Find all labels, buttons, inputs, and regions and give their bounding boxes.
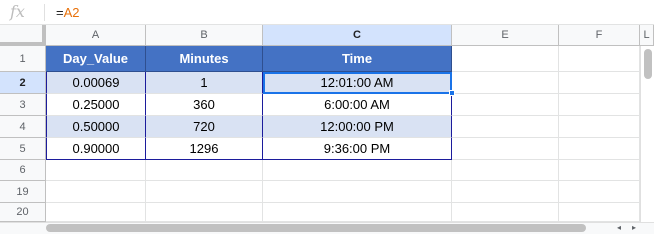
scroll-right-icon[interactable]: ▸	[627, 222, 641, 234]
empty-cell[interactable]	[559, 72, 640, 94]
row-header-2[interactable]: 2	[0, 72, 46, 94]
table-cell[interactable]: 1296	[146, 138, 263, 160]
table-cell[interactable]: 12:00:00 PM	[263, 116, 452, 138]
table-cell[interactable]: 9:36:00 PM	[263, 138, 452, 160]
table-cell[interactable]: 0.90000	[46, 138, 146, 160]
row-header-19[interactable]: 19	[0, 181, 46, 203]
empty-cell[interactable]	[452, 72, 559, 94]
empty-cell[interactable]	[559, 160, 640, 181]
empty-cell[interactable]	[46, 203, 146, 222]
empty-cell[interactable]	[146, 181, 263, 203]
empty-cell[interactable]	[263, 160, 452, 181]
column-header-b[interactable]: B	[146, 25, 263, 46]
empty-cell[interactable]	[559, 46, 640, 72]
empty-cell[interactable]	[146, 203, 263, 222]
row-header-3[interactable]: 3	[0, 94, 46, 116]
row-header-5[interactable]: 5	[0, 138, 46, 160]
scroll-left-icon[interactable]: ◂	[612, 222, 626, 234]
table-cell[interactable]: 0.50000	[46, 116, 146, 138]
empty-cell[interactable]	[452, 138, 559, 160]
empty-cell[interactable]	[559, 203, 640, 222]
table-header-time[interactable]: Time	[263, 46, 452, 72]
empty-cell[interactable]	[146, 160, 263, 181]
empty-cell[interactable]	[559, 116, 640, 138]
formula-bar	[0, 0, 654, 25]
empty-cell[interactable]	[46, 160, 146, 181]
empty-cell[interactable]	[452, 46, 559, 72]
table-header-day-value[interactable]: Day_Value	[46, 46, 146, 72]
column-header-c[interactable]: C	[263, 25, 452, 46]
horizontal-scrollbar-thumb[interactable]	[46, 224, 586, 232]
empty-cell[interactable]	[452, 94, 559, 116]
fx-icon: fx	[10, 2, 25, 21]
empty-cell[interactable]	[263, 181, 452, 203]
empty-cell[interactable]	[46, 181, 146, 203]
column-header-e[interactable]: E	[452, 25, 559, 46]
table-cell[interactable]: 1	[146, 72, 263, 94]
fill-handle[interactable]	[449, 90, 455, 96]
column-header-a[interactable]: A	[46, 25, 146, 46]
column-header-l[interactable]: L	[640, 25, 654, 46]
empty-cell[interactable]	[452, 116, 559, 138]
column-header-f[interactable]: F	[559, 25, 640, 46]
formula-bar-divider	[44, 4, 45, 21]
table-cell[interactable]: 6:00:00 AM	[263, 94, 452, 116]
formula-reference: A2	[63, 5, 80, 20]
table-cell[interactable]: 360	[146, 94, 263, 116]
row-header-20[interactable]: 20	[0, 203, 46, 222]
empty-cell[interactable]	[452, 160, 559, 181]
select-all-corner[interactable]	[0, 25, 46, 46]
active-cell-outline	[263, 72, 452, 94]
empty-cell[interactable]	[559, 138, 640, 160]
formula-equals: =	[56, 5, 64, 20]
table-cell[interactable]: 0.00069	[46, 72, 146, 94]
row-header-6[interactable]: 6	[0, 160, 46, 181]
row-header-4[interactable]: 4	[0, 116, 46, 138]
row-header-1[interactable]: 1	[0, 46, 46, 72]
empty-cell[interactable]	[452, 203, 559, 222]
table-cell[interactable]: 720	[146, 116, 263, 138]
empty-cell[interactable]	[263, 203, 452, 222]
table-header-minutes[interactable]: Minutes	[146, 46, 263, 72]
empty-cell[interactable]	[559, 94, 640, 116]
empty-cell[interactable]	[452, 181, 559, 203]
empty-cell[interactable]	[559, 181, 640, 203]
vertical-scrollbar-thumb[interactable]	[644, 49, 652, 79]
table-cell[interactable]: 0.25000	[46, 94, 146, 116]
formula-input[interactable]: =A2	[56, 4, 80, 21]
